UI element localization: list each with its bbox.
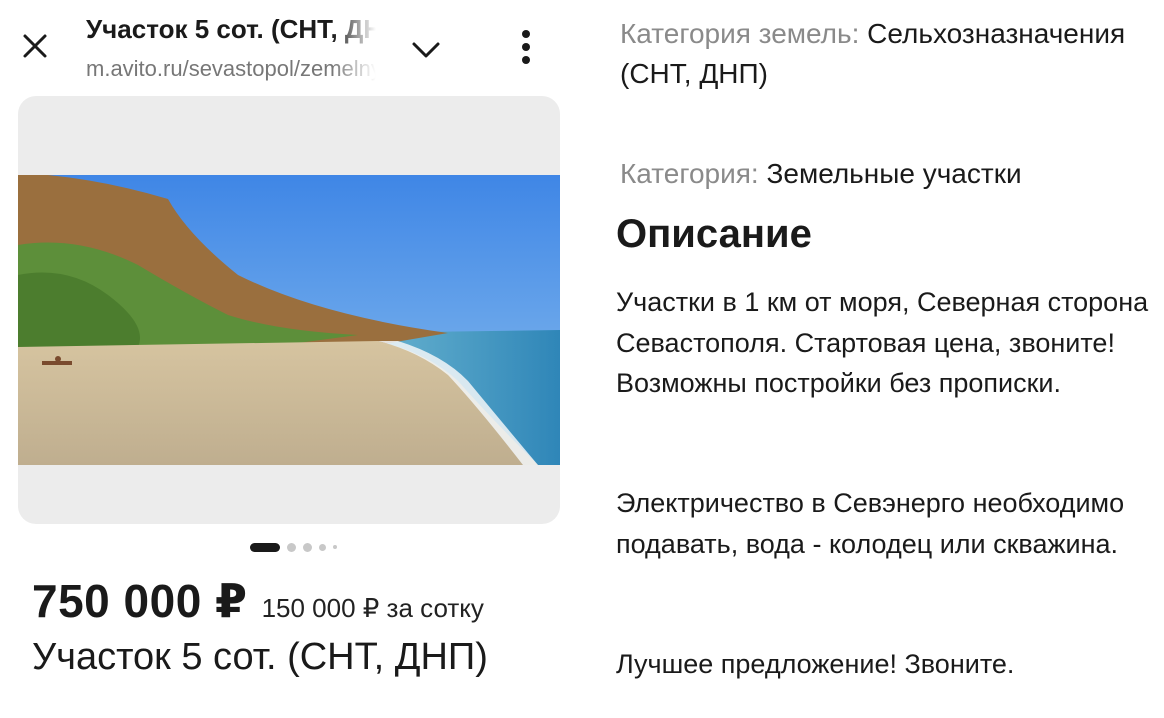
description-heading: Описание xyxy=(616,212,812,256)
param-land-category: Категория земель: Сельхозназначения (СНТ… xyxy=(620,14,1140,94)
pagination-dot[interactable] xyxy=(333,545,337,549)
photo-gallery[interactable] xyxy=(18,96,560,524)
more-vertical-icon xyxy=(522,30,530,64)
listing-photo[interactable] xyxy=(18,175,560,465)
description-paragraph: Лучшее предложение! Звоните. xyxy=(616,649,1015,679)
close-icon xyxy=(23,34,47,58)
price: 750 000 ₽ xyxy=(32,575,248,627)
param-label: Категория земель: xyxy=(620,18,860,49)
chevron-down-icon xyxy=(412,42,440,58)
pagination-dot-active[interactable] xyxy=(250,542,280,552)
pagination-dot[interactable] xyxy=(303,542,312,552)
param-value: Земельные участки xyxy=(766,158,1022,189)
expand-button[interactable] xyxy=(402,30,450,70)
param-label: Категория: xyxy=(620,158,759,189)
description-paragraph: Участки в 1 км от моря, Северная сторона… xyxy=(616,287,1149,398)
details-panel: Категория земель: Сельхозназначения (СНТ… xyxy=(600,0,1164,718)
more-options-button[interactable] xyxy=(506,24,546,70)
listing-title: Участок 5 сот. (СНТ, ДНП) xyxy=(32,636,488,678)
pagination-dot[interactable] xyxy=(319,543,326,551)
gallery-pagination xyxy=(250,541,344,553)
page-url[interactable]: m.avito.ru/sevastopol/zemelnye_uchastki xyxy=(86,56,376,82)
close-button[interactable] xyxy=(18,26,52,66)
description-paragraph: Электричество в Севэнерго необходимо под… xyxy=(616,488,1125,559)
pagination-dot[interactable] xyxy=(287,542,296,552)
price-row: 750 000 ₽ 150 000 ₽ за сотку xyxy=(32,574,484,628)
page-title: Участок 5 сот. (СНТ, ДНП) xyxy=(86,14,376,44)
price-per-unit: 150 000 ₽ за сотку xyxy=(261,593,484,623)
param-category: Категория: Земельные участки xyxy=(620,154,1160,194)
listing-panel: Участок 5 сот. (СНТ, ДНП) m.avito.ru/sev… xyxy=(0,0,580,718)
